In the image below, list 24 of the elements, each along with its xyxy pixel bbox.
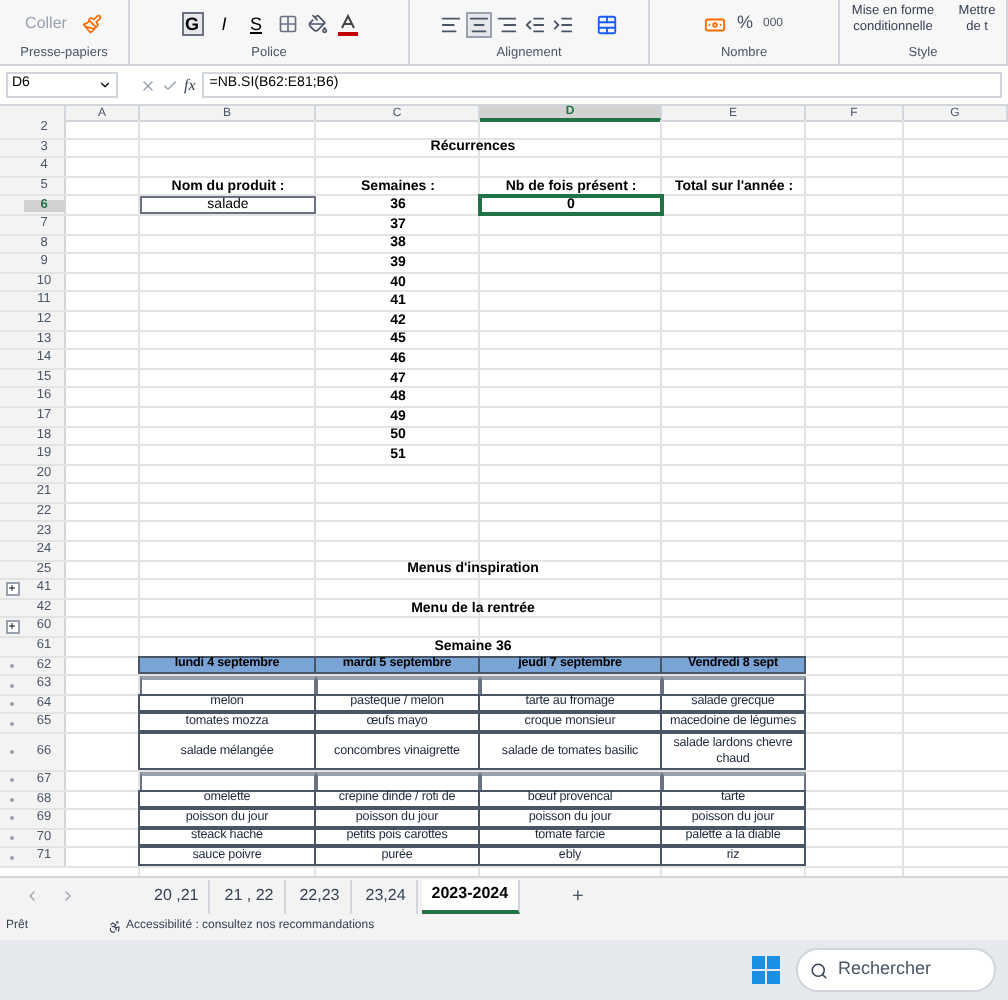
decrease-indent-icon[interactable] — [524, 13, 546, 35]
windows-logo-icon[interactable] — [752, 956, 780, 984]
align-left-icon[interactable] — [440, 13, 462, 35]
currency-icon[interactable] — [704, 13, 727, 35]
taskbar-search-field[interactable]: Rechercher — [796, 948, 996, 992]
search-icon — [810, 961, 828, 979]
font-style-button[interactable]: I — [213, 12, 235, 36]
accessibility-icon — [108, 920, 123, 934]
align-right-icon[interactable] — [496, 13, 518, 35]
function-button[interactable]: fx — [184, 73, 196, 97]
font-style-button[interactable]: S — [245, 12, 267, 36]
borders-icon[interactable] — [277, 14, 297, 34]
add-sheet-button[interactable]: + — [572, 881, 584, 911]
font-color-icon[interactable] — [337, 13, 357, 35]
sheet-tab[interactable]: 2023-2024 — [421, 879, 521, 913]
merge-cells-icon[interactable] — [596, 13, 618, 35]
font-style-button[interactable]: G — [181, 12, 203, 36]
format-painter-icon[interactable] — [82, 14, 103, 34]
cancel-icon[interactable] — [140, 77, 156, 93]
search-input: Rechercher — [838, 956, 978, 984]
align-center-icon[interactable] — [468, 13, 490, 35]
percent-button[interactable]: % — [736, 10, 753, 38]
fill-color-icon[interactable] — [307, 14, 327, 34]
increase-indent-icon[interactable] — [552, 13, 574, 35]
